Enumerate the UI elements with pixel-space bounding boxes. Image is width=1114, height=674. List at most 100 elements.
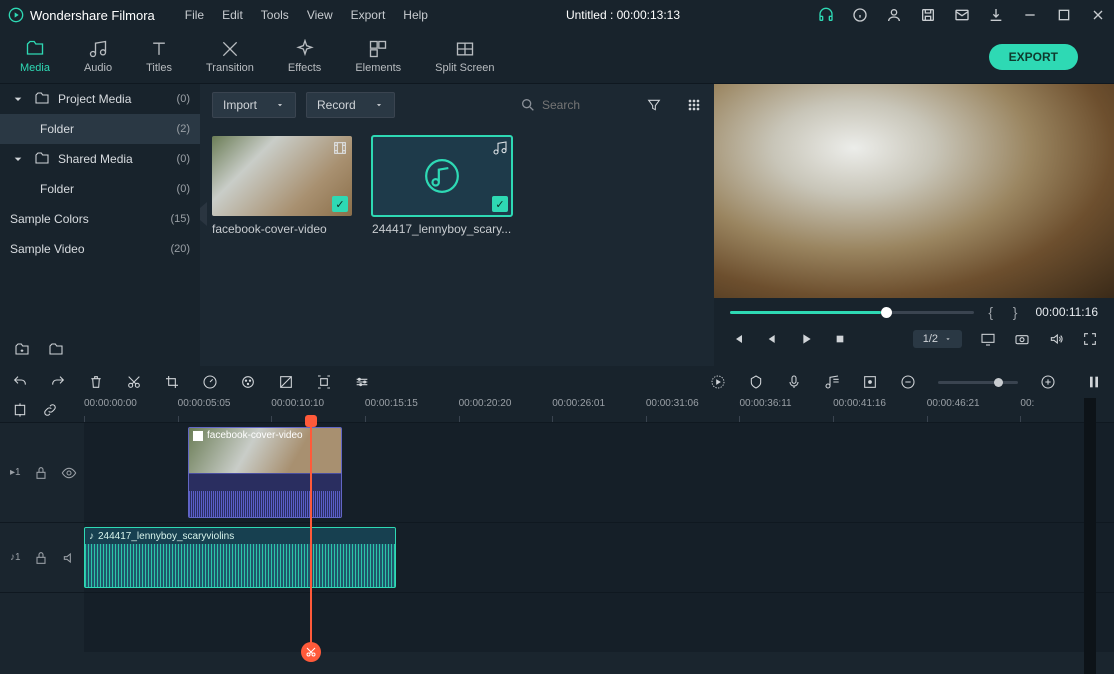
sidebar-item-shared-media[interactable]: Shared Media (0) bbox=[0, 144, 200, 174]
mail-icon[interactable] bbox=[954, 7, 970, 23]
lock-icon[interactable] bbox=[33, 465, 49, 481]
close-icon[interactable] bbox=[1090, 7, 1106, 23]
search-box[interactable] bbox=[520, 97, 622, 113]
zoom-out-icon[interactable] bbox=[900, 374, 916, 390]
tab-transition[interactable]: Transition bbox=[198, 35, 262, 78]
scrub-slider[interactable] bbox=[730, 311, 974, 314]
volume-icon[interactable] bbox=[1048, 331, 1064, 347]
sidebar-item-folder[interactable]: Folder (2) bbox=[0, 114, 200, 144]
redo-icon[interactable] bbox=[50, 374, 66, 390]
settings-icon[interactable] bbox=[354, 374, 370, 390]
chevron-down-icon bbox=[10, 151, 26, 167]
folder-icon bbox=[34, 91, 50, 107]
save-icon[interactable] bbox=[920, 7, 936, 23]
sidebar-item-sample-colors[interactable]: Sample Colors (15) bbox=[0, 204, 200, 234]
in-out-brackets[interactable]: { } bbox=[988, 304, 1021, 320]
play-icon bbox=[193, 431, 203, 441]
fullscreen-icon[interactable] bbox=[1082, 331, 1098, 347]
snap-icon[interactable] bbox=[12, 402, 28, 418]
search-input[interactable] bbox=[542, 98, 622, 112]
menu-tools[interactable]: Tools bbox=[261, 8, 289, 22]
filter-icon[interactable] bbox=[646, 97, 662, 113]
snapshot-icon[interactable] bbox=[1014, 331, 1030, 347]
record-dropdown[interactable]: Record bbox=[306, 92, 395, 118]
lock-icon[interactable] bbox=[33, 550, 49, 566]
marker-icon[interactable] bbox=[748, 374, 764, 390]
video-track: ▸1 facebook-cover-video bbox=[0, 422, 1114, 522]
link-icon[interactable] bbox=[42, 402, 58, 418]
render-icon[interactable] bbox=[710, 374, 726, 390]
delete-icon[interactable] bbox=[88, 374, 104, 390]
headphones-icon[interactable] bbox=[818, 7, 834, 23]
play-button[interactable] bbox=[798, 331, 814, 347]
speed-icon[interactable] bbox=[202, 374, 218, 390]
sidebar-item-project-media[interactable]: Project Media (0) bbox=[0, 84, 200, 114]
menu-export[interactable]: Export bbox=[351, 8, 386, 22]
audio-clip[interactable]: ♪244417_lennyboy_scaryviolins bbox=[84, 527, 396, 588]
chevron-down-icon bbox=[374, 100, 384, 110]
tab-split-screen[interactable]: Split Screen bbox=[427, 35, 502, 78]
undo-icon[interactable] bbox=[12, 374, 28, 390]
cut-handle-icon[interactable] bbox=[301, 642, 321, 662]
tab-effects[interactable]: Effects bbox=[280, 35, 329, 78]
folder-icon[interactable] bbox=[48, 342, 64, 358]
zoom-in-icon[interactable] bbox=[1040, 374, 1056, 390]
mic-icon[interactable] bbox=[786, 374, 802, 390]
mode-toolbar: Media Audio Titles Transition Effects El… bbox=[0, 30, 1114, 84]
detach-icon[interactable] bbox=[316, 374, 332, 390]
eye-icon[interactable] bbox=[61, 465, 77, 481]
mixer-icon[interactable] bbox=[824, 374, 840, 390]
maximize-icon[interactable] bbox=[1056, 7, 1072, 23]
minimize-icon[interactable] bbox=[1022, 7, 1038, 23]
media-panel: Import Record ✓ facebook-cover-video bbox=[200, 84, 714, 366]
timecode: 00:00:11:16 bbox=[1035, 305, 1098, 319]
import-dropdown[interactable]: Import bbox=[212, 92, 296, 118]
speaker-icon[interactable] bbox=[61, 550, 77, 566]
display-icon[interactable] bbox=[980, 331, 996, 347]
grid-view-icon[interactable] bbox=[686, 97, 702, 113]
tab-audio[interactable]: Audio bbox=[76, 35, 120, 78]
preview-viewport[interactable] bbox=[714, 84, 1114, 298]
zoom-fit-icon[interactable] bbox=[1086, 374, 1102, 390]
info-icon[interactable] bbox=[852, 7, 868, 23]
music-note-icon bbox=[423, 157, 461, 195]
menu-edit[interactable]: Edit bbox=[222, 8, 243, 22]
timeline-ruler[interactable]: 00:00:00:00 00:00:05:05 00:00:10:10 00:0… bbox=[0, 398, 1114, 422]
prev-frame-button[interactable] bbox=[730, 331, 746, 347]
cut-icon[interactable] bbox=[126, 374, 142, 390]
video-track-body[interactable]: facebook-cover-video bbox=[84, 423, 1114, 522]
menu-help[interactable]: Help bbox=[403, 8, 428, 22]
media-item-audio[interactable]: ✓ 244417_lennyboy_scary... bbox=[372, 136, 512, 236]
user-icon[interactable] bbox=[886, 7, 902, 23]
zoom-slider[interactable] bbox=[938, 381, 1018, 384]
color-icon[interactable] bbox=[240, 374, 256, 390]
sidebar-item-folder-shared[interactable]: Folder (0) bbox=[0, 174, 200, 204]
audio-track-body[interactable]: ♪244417_lennyboy_scaryviolins bbox=[84, 523, 1114, 592]
tab-elements[interactable]: Elements bbox=[347, 35, 409, 78]
tab-titles[interactable]: Titles bbox=[138, 35, 180, 78]
playhead[interactable] bbox=[310, 422, 312, 652]
video-clip[interactable]: facebook-cover-video bbox=[188, 427, 342, 518]
empty-track[interactable] bbox=[0, 592, 1114, 652]
new-folder-icon[interactable] bbox=[14, 342, 30, 358]
crop-icon[interactable] bbox=[164, 374, 180, 390]
step-back-button[interactable] bbox=[764, 331, 780, 347]
playback-speed[interactable]: 1/2 bbox=[913, 330, 962, 348]
timeline-tools bbox=[0, 366, 1114, 398]
green-screen-icon[interactable] bbox=[278, 374, 294, 390]
tab-media[interactable]: Media bbox=[12, 35, 58, 78]
timeline: 00:00:00:00 00:00:05:05 00:00:10:10 00:0… bbox=[0, 398, 1114, 674]
film-icon bbox=[332, 140, 348, 156]
check-icon: ✓ bbox=[492, 196, 508, 212]
stop-button[interactable] bbox=[832, 331, 848, 347]
folder-icon bbox=[34, 151, 50, 167]
menu-view[interactable]: View bbox=[307, 8, 333, 22]
keyframe-icon[interactable] bbox=[862, 374, 878, 390]
titlebar: Wondershare Filmora File Edit Tools View… bbox=[0, 0, 1114, 30]
media-caption: facebook-cover-video bbox=[212, 222, 352, 236]
export-button[interactable]: EXPORT bbox=[989, 44, 1078, 70]
menu-file[interactable]: File bbox=[185, 8, 204, 22]
sidebar-item-sample-video[interactable]: Sample Video (20) bbox=[0, 234, 200, 264]
download-icon[interactable] bbox=[988, 7, 1004, 23]
media-item-video[interactable]: ✓ facebook-cover-video bbox=[212, 136, 352, 236]
